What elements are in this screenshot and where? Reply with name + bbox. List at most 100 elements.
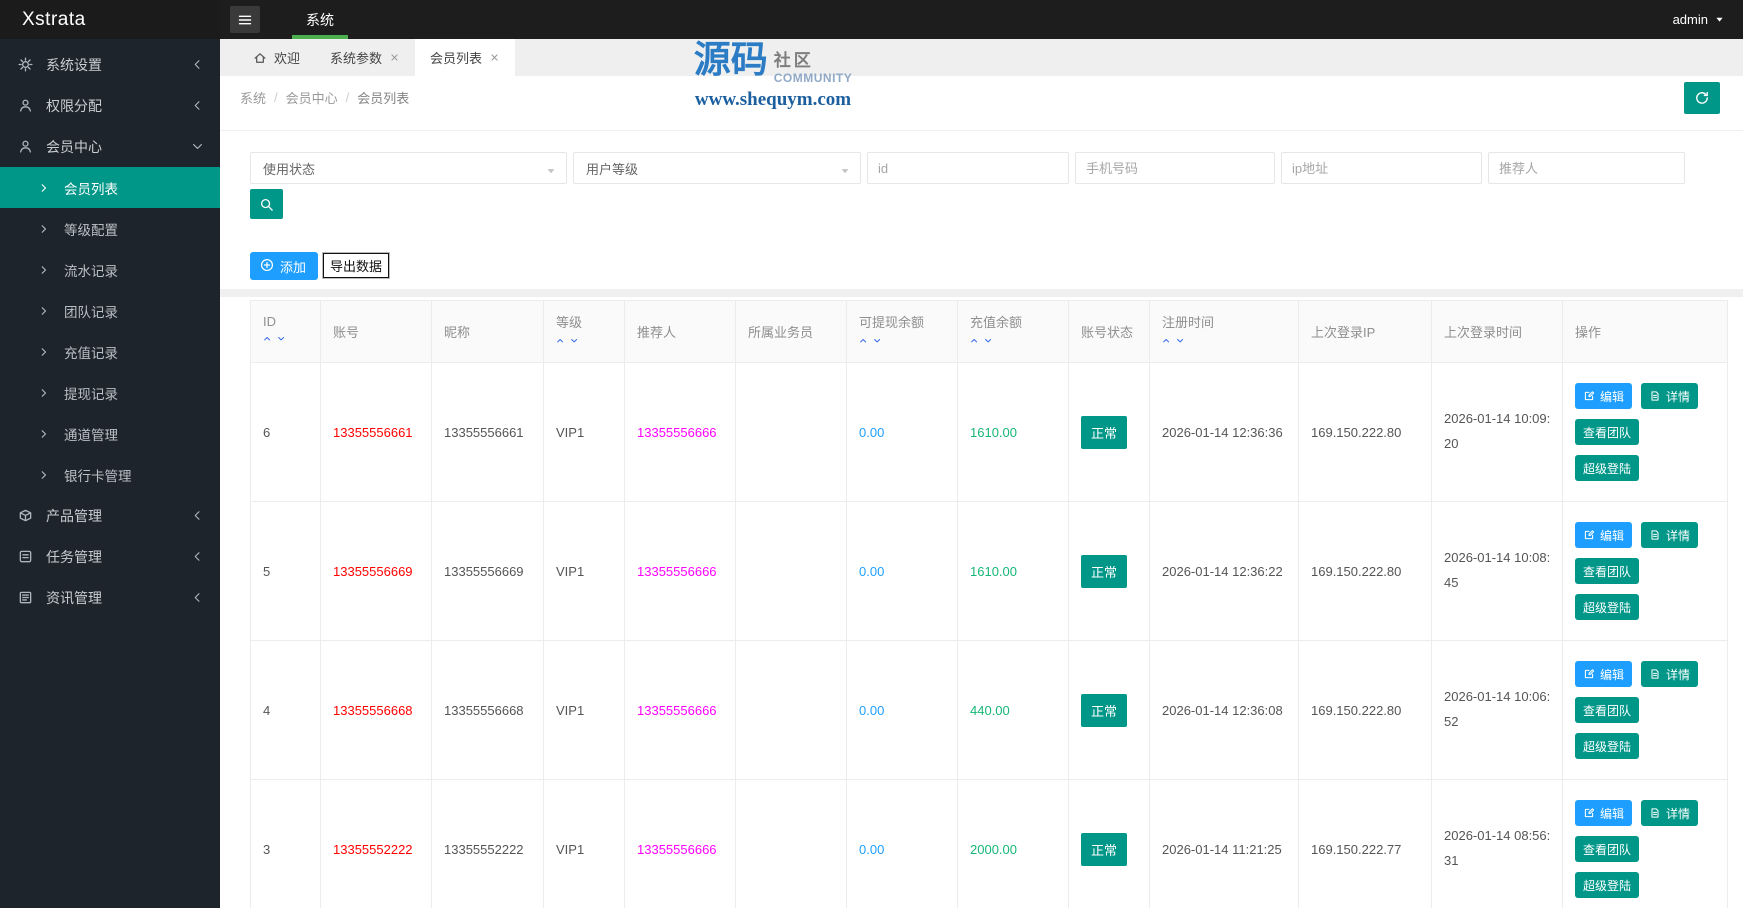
status-badge: 正常 xyxy=(1081,554,1128,588)
edit-icon xyxy=(1583,529,1595,541)
sort-asc-icon[interactable] xyxy=(1162,336,1173,351)
breadcrumb-item[interactable]: 会员中心 xyxy=(286,88,338,107)
search-button[interactable] xyxy=(250,189,283,219)
edit-button[interactable]: 编辑 xyxy=(1575,522,1633,548)
view-team-button[interactable]: 查看团队 xyxy=(1575,697,1640,723)
export-button[interactable]: 导出数据 xyxy=(322,252,391,279)
product-icon xyxy=(18,508,34,524)
sidebar-item-withdraw-records[interactable]: 提现记录 xyxy=(0,372,220,413)
column-header-salesman: 所属业务员 xyxy=(735,300,847,363)
sidebar: Xstrata 系统设置 权限分配 会员中心 会员列表 等级配置 流水记录 团队记录 充值记录… xyxy=(0,0,220,908)
arrow-right-icon xyxy=(38,428,50,440)
phone-input[interactable] xyxy=(1075,152,1275,184)
column-header-last_time: 上次登录时间 xyxy=(1431,300,1563,363)
sort-control[interactable] xyxy=(1162,336,1298,351)
sort-desc-icon[interactable] xyxy=(1176,336,1187,351)
close-tab-icon[interactable] xyxy=(489,52,500,63)
view-team-button[interactable]: 查看团队 xyxy=(1575,558,1640,584)
member-table: ID 账号 昵称 等级 推荐人 所属业务员 可提现余额 充值余额 账号状态 注册时间 上次登录IP 上… xyxy=(250,300,1728,908)
sort-asc-icon[interactable] xyxy=(263,334,274,349)
hamburger-button[interactable] xyxy=(230,6,260,33)
sidebar-item-product-mgmt[interactable]: 产品管理 xyxy=(0,495,220,536)
status-badge: 正常 xyxy=(1081,693,1128,727)
sidebar-item-recharge-records[interactable]: 充值记录 xyxy=(0,331,220,372)
sort-control[interactable] xyxy=(859,336,957,351)
sidebar-item-flow-records[interactable]: 流水记录 xyxy=(0,249,220,290)
detail-button[interactable]: 详情 xyxy=(1641,522,1699,548)
tab-member-list[interactable]: 会员列表 xyxy=(415,39,516,76)
sidebar-item-level-config[interactable]: 等级配置 xyxy=(0,208,220,249)
sort-asc-icon[interactable] xyxy=(556,336,567,351)
id-input[interactable] xyxy=(867,152,1069,184)
cell-level: VIP1 xyxy=(543,362,625,502)
sidebar-item-news-mgmt[interactable]: 资讯管理 xyxy=(0,577,220,618)
sidebar-item-channel-mgmt[interactable]: 通道管理 xyxy=(0,413,220,454)
sidebar-item-member-list[interactable]: 会员列表 xyxy=(0,167,220,208)
sort-control[interactable] xyxy=(263,334,320,349)
ip-input[interactable] xyxy=(1281,152,1482,184)
button-label: 超级登陆 xyxy=(1583,600,1632,615)
filter-bar: 使用状态 用户等级 xyxy=(220,131,1743,184)
sort-desc-icon[interactable] xyxy=(873,336,884,351)
topnav-system[interactable]: 系统 xyxy=(292,0,348,39)
button-label: 超级登陆 xyxy=(1583,461,1632,476)
refresh-button[interactable] xyxy=(1684,82,1720,114)
add-button[interactable]: 添加 xyxy=(250,252,319,280)
super-login-button[interactable]: 超级登陆 xyxy=(1575,872,1640,898)
cell-level: VIP1 xyxy=(543,501,625,641)
doc-icon xyxy=(1649,390,1661,402)
cell-referrer: 13355556666 xyxy=(624,501,736,641)
sidebar-item-system-settings[interactable]: 系统设置 xyxy=(0,44,220,85)
referrer-input[interactable] xyxy=(1488,152,1685,184)
column-label: 等级 xyxy=(556,315,583,330)
tab-system-params[interactable]: 系统参数 xyxy=(315,39,415,76)
sort-control[interactable] xyxy=(556,336,624,351)
super-login-button[interactable]: 超级登陆 xyxy=(1575,455,1640,481)
view-team-button[interactable]: 查看团队 xyxy=(1575,836,1640,862)
button-label: 详情 xyxy=(1666,528,1691,543)
edit-button[interactable]: 编辑 xyxy=(1575,800,1633,826)
tab-welcome[interactable]: 欢迎 xyxy=(238,39,315,76)
breadcrumb-item[interactable]: 系统 xyxy=(240,88,266,107)
cell-withdrawable: 0.00 xyxy=(846,362,958,502)
cell-reg_time: 2026-01-14 12:36:36 xyxy=(1149,362,1299,502)
caret-down-icon xyxy=(545,165,557,177)
level-filter-select[interactable]: 用户等级 xyxy=(573,152,861,184)
home-icon xyxy=(253,51,267,65)
sort-asc-icon[interactable] xyxy=(970,336,981,351)
user-menu[interactable]: admin xyxy=(1673,12,1725,27)
detail-button[interactable]: 详情 xyxy=(1641,383,1699,409)
column-label: 上次登录IP xyxy=(1311,325,1376,340)
cell-reg_time: 2026-01-14 11:21:25 xyxy=(1149,779,1299,908)
sidebar-item-permissions[interactable]: 权限分配 xyxy=(0,85,220,126)
view-team-button[interactable]: 查看团队 xyxy=(1575,419,1640,445)
edit-button[interactable]: 编辑 xyxy=(1575,383,1633,409)
sidebar-subitem-label: 等级配置 xyxy=(64,222,118,238)
sidebar-item-bankcard-mgmt[interactable]: 银行卡管理 xyxy=(0,454,220,495)
sidebar-item-team-records[interactable]: 团队记录 xyxy=(0,290,220,331)
cell-last_ip: 169.150.222.77 xyxy=(1298,779,1432,908)
table-row: 4 13355556668 13355556668 VIP1 13355556666 0.… xyxy=(250,640,1728,780)
cell-level: VIP1 xyxy=(543,779,625,908)
detail-button[interactable]: 详情 xyxy=(1641,800,1699,826)
status-filter-select[interactable]: 使用状态 xyxy=(250,152,567,184)
super-login-button[interactable]: 超级登陆 xyxy=(1575,733,1640,759)
edit-button[interactable]: 编辑 xyxy=(1575,661,1633,687)
sort-desc-icon[interactable] xyxy=(277,334,288,349)
edit-icon xyxy=(1583,807,1595,819)
sidebar-item-member-center[interactable]: 会员中心 xyxy=(0,126,220,167)
sort-asc-icon[interactable] xyxy=(859,336,870,351)
sidebar-item-task-mgmt[interactable]: 任务管理 xyxy=(0,536,220,577)
column-header-recharge: 充值余额 xyxy=(957,300,1069,363)
column-header-referrer: 推荐人 xyxy=(624,300,736,363)
super-login-button[interactable]: 超级登陆 xyxy=(1575,594,1640,620)
sort-control[interactable] xyxy=(970,336,1068,351)
sort-desc-icon[interactable] xyxy=(570,336,581,351)
detail-button[interactable]: 详情 xyxy=(1641,661,1699,687)
column-header-reg_time: 注册时间 xyxy=(1149,300,1299,363)
cell-withdrawable: 0.00 xyxy=(846,640,958,780)
close-tab-icon[interactable] xyxy=(389,52,400,63)
breadcrumb-separator: / xyxy=(345,89,350,105)
button-label: 超级登陆 xyxy=(1583,878,1632,893)
sort-desc-icon[interactable] xyxy=(984,336,995,351)
